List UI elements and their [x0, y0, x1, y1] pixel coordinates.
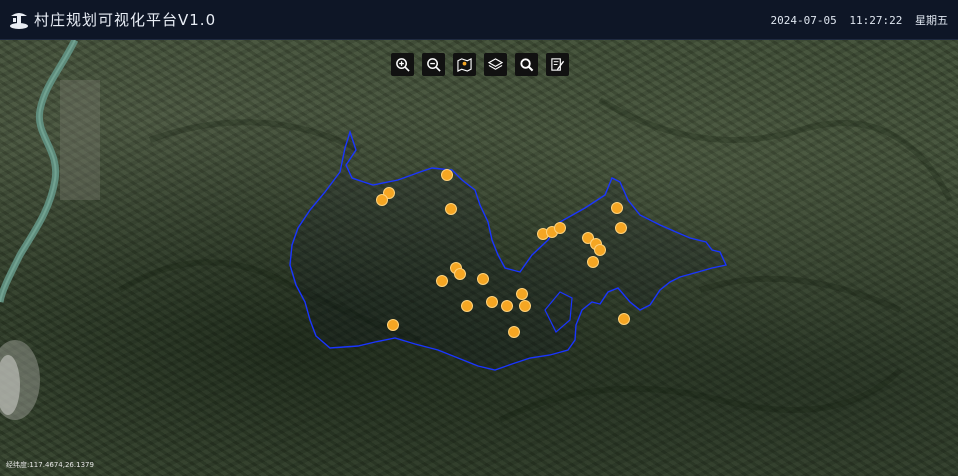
poi-dot[interactable]	[436, 275, 448, 287]
poi-dot[interactable]	[387, 319, 399, 331]
map-toolbar	[391, 53, 569, 76]
layers-button[interactable]	[484, 53, 507, 76]
search-icon	[520, 58, 534, 72]
poi-dot[interactable]	[508, 326, 520, 338]
app-header: 村庄规划可视化平台V1.0 2024-07-05 11:27:22 星期五	[0, 0, 958, 40]
search-button[interactable]	[515, 53, 538, 76]
map-view[interactable]: 经纬度:117.4674,26.1379	[0, 40, 958, 476]
poi-dot[interactable]	[615, 222, 627, 234]
terrain-layer	[0, 40, 953, 423]
poi-dot[interactable]	[501, 300, 513, 312]
weekday-text: 星期五	[915, 14, 948, 27]
poi-dot[interactable]	[461, 300, 473, 312]
layers-icon	[488, 58, 503, 70]
map-icon	[457, 57, 472, 72]
date-text: 2024-07-05	[770, 14, 837, 27]
coordinate-readout: 经纬度:117.4674,26.1379	[6, 461, 94, 469]
poi-dot[interactable]	[554, 222, 566, 234]
poi-dot[interactable]	[454, 268, 466, 280]
poi-dot[interactable]	[618, 313, 630, 325]
edit-icon	[551, 58, 565, 71]
poi-dot[interactable]	[587, 256, 599, 268]
poi-dot[interactable]	[519, 300, 531, 312]
urban-area	[60, 80, 100, 200]
map-button[interactable]	[453, 53, 476, 76]
time-text: 11:27:22	[849, 14, 903, 27]
poi-dot[interactable]	[516, 288, 528, 300]
zoom-in-icon	[396, 58, 410, 72]
datetime-display: 2024-07-05 11:27:22 星期五	[765, 12, 948, 28]
poi-dot[interactable]	[594, 244, 606, 256]
poi-dot[interactable]	[477, 273, 489, 285]
poi-dot[interactable]	[486, 296, 498, 308]
poi-dot[interactable]	[376, 194, 388, 206]
zoom-in-button[interactable]	[391, 53, 414, 76]
edit-button[interactable]	[546, 53, 569, 76]
poi-dot[interactable]	[445, 203, 457, 215]
poi-dot[interactable]	[611, 202, 623, 214]
logo-icon	[10, 13, 28, 29]
zoom-out-icon	[427, 58, 441, 72]
poi-dot[interactable]	[441, 169, 453, 181]
zoom-out-button[interactable]	[422, 53, 445, 76]
app-title: 村庄规划可视化平台V1.0	[34, 11, 217, 29]
